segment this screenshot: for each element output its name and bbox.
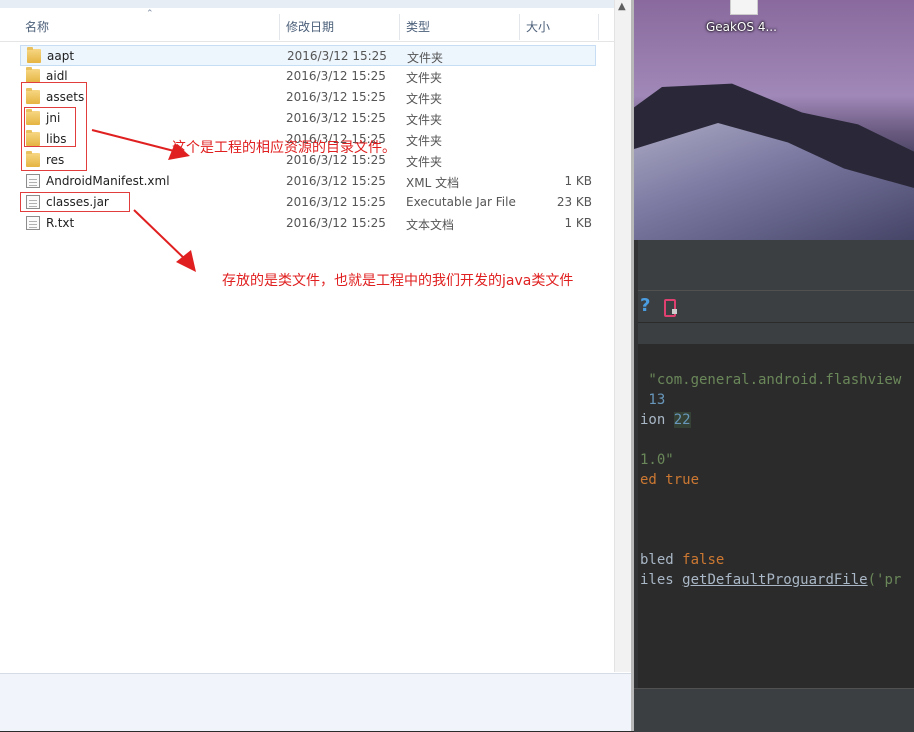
help-icon[interactable]: ? [640,295,650,316]
code-line-1: "com.general.android.flashview [640,372,901,388]
code-editor[interactable]: "com.general.android.flashview 13 ion 22… [638,344,914,688]
code-line-6: ed true [640,472,699,488]
code-token: ed [640,472,666,488]
android-device-icon[interactable] [664,299,677,317]
code-line-5: 1.0" [640,452,674,468]
desktop-icon-label[interactable]: GeakOS 4... [706,20,777,34]
scroll-up-icon[interactable]: ▲ [618,1,626,12]
ide-toolbar: ? [634,290,914,323]
desktop-file-icon[interactable] [730,0,758,15]
folders-annotation: 这个是工程的相应资源的目录文件。 [172,140,396,156]
code-line-3: ion 22 [640,412,691,428]
ide-editor-tabs [634,322,914,345]
ide-title-bar [634,240,914,269]
ide-status-bar [634,688,914,732]
code-token-highlighted: 22 [673,412,691,428]
code-token: 13 [640,392,666,408]
jar-annotation: 存放的是类文件，也就是工程中的我们开发的java类文件 [222,273,574,289]
vertical-scrollbar[interactable]: ▲ [614,0,631,672]
code-token: "com.general.android.flashview [640,372,902,388]
code-token: ion [640,412,674,428]
code-token-function[interactable]: getDefaultProguardFile [682,572,867,588]
code-line-9: bled false [640,552,724,568]
code-token: iles [640,572,683,588]
arrow-line [91,129,179,153]
file-explorer-window: ⌃ 名称 修改日期 类型 大小 aapt 2016/3/12 15:25 文件夹… [0,0,634,731]
code-token: false [682,552,725,568]
arrow-line [133,209,189,263]
code-token: 1.0" [640,452,674,468]
code-token: ('pr [867,572,902,588]
ide-menu-bar [634,268,914,290]
code-line-10: iles getDefaultProguardFile('pr [640,572,901,588]
details-pane [0,673,631,731]
code-line-2: 13 [640,392,665,408]
code-token: bled [640,552,683,568]
code-token: true [665,472,700,488]
desktop-wallpaper: GeakOS 4... [634,0,914,240]
